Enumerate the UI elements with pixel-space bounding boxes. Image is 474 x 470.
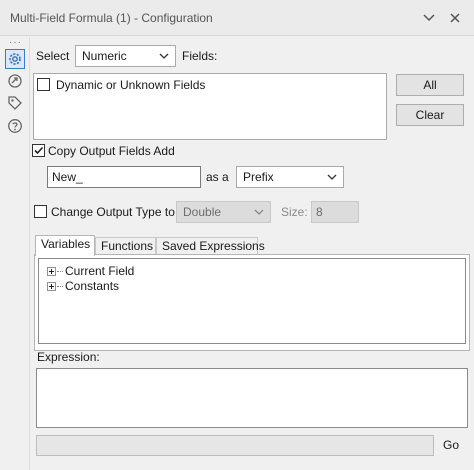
window-title: Multi-Field Formula (1) - Configuration (10, 11, 213, 25)
variables-panel: Current Field Constants (34, 254, 470, 351)
close-icon[interactable] (446, 9, 464, 27)
expand-icon[interactable] (47, 266, 56, 276)
tab-functions[interactable]: Functions (95, 237, 156, 255)
expression-preview-bar (36, 435, 434, 456)
sidebar: ··· (0, 37, 30, 470)
change-output-type-checkbox[interactable] (34, 205, 47, 218)
configuration-panel: Select Numeric Fields: Dynamic or Unknow… (31, 37, 474, 470)
tag-icon[interactable] (5, 93, 25, 113)
gear-icon[interactable] (5, 49, 25, 69)
prefix-suffix-value: Prefix (243, 170, 274, 184)
prefix-suffix-select[interactable]: Prefix (236, 166, 344, 188)
go-button[interactable]: Go (443, 438, 459, 452)
title-bar: Multi-Field Formula (1) - Configuration (0, 0, 474, 36)
select-label: Select (36, 49, 70, 63)
variables-tree[interactable]: Current Field Constants (38, 258, 466, 344)
expand-icon[interactable] (47, 281, 56, 291)
checkmark-icon (34, 146, 44, 155)
copy-output-checkbox[interactable] (32, 144, 45, 157)
tab-saved-expressions[interactable]: Saved Expressions (156, 237, 265, 255)
clear-button[interactable]: Clear (396, 104, 464, 126)
change-output-type-label: Change Output Type to (51, 205, 175, 219)
dynamic-fields-checkbox[interactable] (37, 78, 50, 91)
sidebar-grip[interactable]: ··· (9, 37, 22, 48)
chevron-down-icon[interactable] (420, 9, 438, 27)
annotation-arrow-icon[interactable] (5, 71, 25, 91)
tree-item-current-field[interactable]: Current Field (47, 263, 134, 279)
field-type-select[interactable]: Numeric (75, 45, 176, 67)
tree-item-constants[interactable]: Constants (47, 278, 119, 294)
tree-item-label: Current Field (65, 264, 135, 278)
tab-variables[interactable]: Variables (35, 235, 95, 256)
output-type-select[interactable]: Double (176, 201, 271, 223)
expression-label: Expression: (37, 350, 100, 364)
list-item-label: Dynamic or Unknown Fields (56, 78, 206, 92)
chevron-down-icon (157, 47, 171, 65)
expression-editor[interactable] (36, 368, 468, 428)
size-input[interactable]: 8 (311, 201, 359, 223)
help-icon[interactable] (5, 116, 25, 136)
field-type-value: Numeric (82, 49, 127, 63)
prefix-text-input[interactable]: New_ (47, 166, 201, 188)
copy-output-label: Copy Output Fields Add (48, 144, 175, 158)
size-label: Size: (281, 205, 308, 219)
all-button[interactable]: All (396, 74, 464, 96)
chevron-down-icon (325, 168, 339, 186)
fields-label: Fields: (182, 49, 218, 63)
fields-list[interactable]: Dynamic or Unknown Fields (33, 73, 387, 140)
output-type-value: Double (183, 205, 222, 219)
chevron-down-icon (252, 203, 266, 221)
tree-item-label: Constants (65, 279, 120, 293)
as-a-label: as a (206, 170, 229, 184)
